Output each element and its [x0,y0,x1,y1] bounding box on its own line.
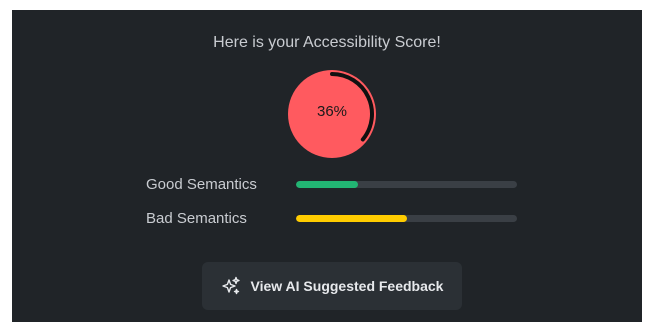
good-semantics-bar-fill [296,181,358,188]
view-ai-feedback-label: View AI Suggested Feedback [250,278,444,294]
accessibility-score-panel: Here is your Accessibility Score! 36% Go… [12,10,642,322]
sparkles-icon [221,276,241,296]
page-title: Here is your Accessibility Score! [213,34,441,51]
score-gauge: 36% [286,68,378,160]
bad-semantics-label: Bad Semantics [146,210,247,227]
good-semantics-label: Good Semantics [146,176,257,193]
bad-semantics-bar [296,215,517,222]
score-value: 36% [316,103,348,120]
good-semantics-bar [296,181,517,188]
view-ai-feedback-button[interactable]: View AI Suggested Feedback [202,262,462,310]
bad-semantics-bar-fill [296,215,407,222]
